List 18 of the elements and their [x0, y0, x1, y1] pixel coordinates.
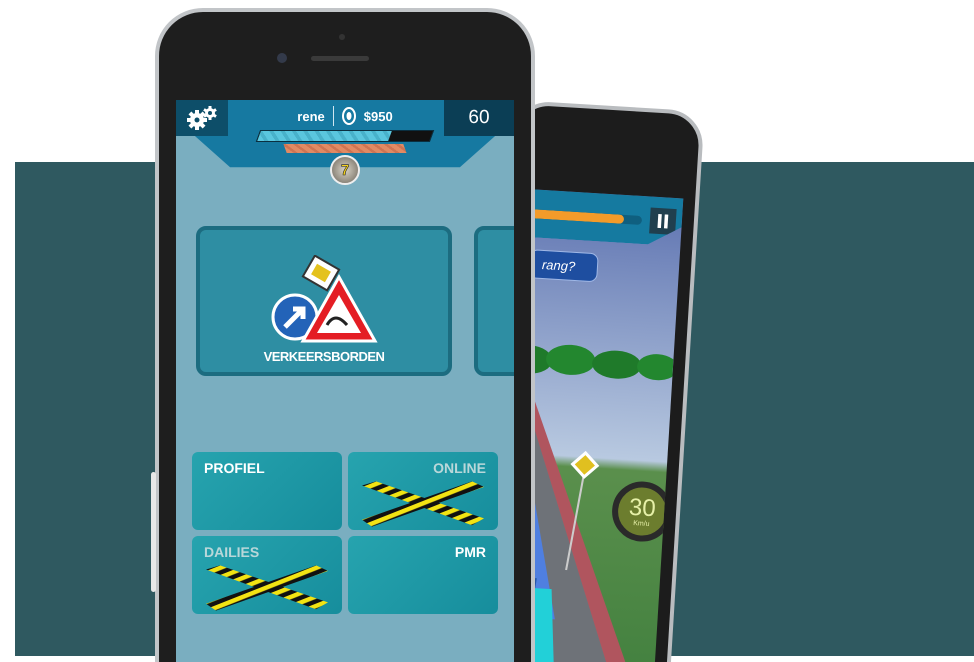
- level-badge: 7: [330, 155, 360, 185]
- settings-icon: [185, 105, 219, 131]
- pause-icon: [656, 214, 670, 229]
- menu-tile[interactable]: DAILIES: [192, 536, 342, 614]
- camera-icon: [277, 53, 287, 63]
- menu-tile[interactable]: PROFIEL: [192, 452, 342, 530]
- settings-button[interactable]: [176, 100, 228, 136]
- traffic-signs-icon: [269, 255, 379, 345]
- counter: 60: [444, 100, 514, 136]
- menu-tile[interactable]: PMR: [348, 536, 498, 614]
- menu-tile[interactable]: ONLINE: [348, 452, 498, 530]
- pause-button[interactable]: [649, 207, 677, 236]
- speed-value: 30: [628, 495, 656, 521]
- category-card[interactable]: VERKEERSBORDEN: [196, 226, 452, 376]
- speaker-icon: [311, 56, 369, 61]
- player-name: rene: [297, 108, 325, 124]
- coin-balance: $950: [364, 108, 393, 124]
- coin-icon: [342, 107, 356, 125]
